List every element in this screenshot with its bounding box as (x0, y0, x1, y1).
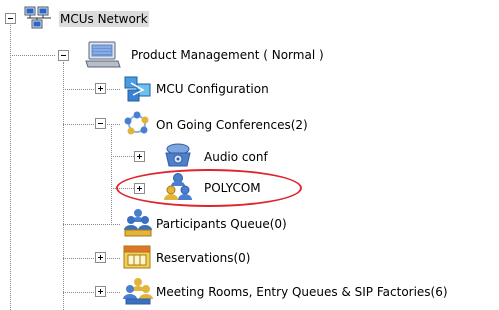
tree-item-meeting-rooms[interactable]: Meeting Rooms, Entry Queues & SIP Factor… (155, 284, 449, 300)
tree-line (10, 55, 55, 56)
tree-item-ongoing-conferences[interactable]: On Going Conferences(2) (155, 117, 309, 133)
tree-item-audio-conf[interactable]: Audio conf (203, 149, 269, 165)
highlight-ellipse (116, 169, 302, 207)
network-computers-icon (24, 6, 54, 35)
tree-line (111, 126, 112, 223)
participants-queue-icon (122, 208, 154, 241)
calendar-icon (122, 242, 152, 273)
meeting-rooms-icon (122, 276, 154, 309)
mcu-server-icon (85, 40, 121, 73)
expand-toggle[interactable] (95, 252, 106, 263)
tree-line (63, 62, 64, 310)
configuration-icon (123, 74, 153, 107)
conferences-icon (123, 110, 151, 141)
tree-item-mcus-network[interactable]: MCUs Network (59, 11, 149, 27)
tree-item-mcu-configuration[interactable]: MCU Configuration (155, 81, 270, 97)
expand-toggle[interactable] (95, 83, 106, 94)
expand-toggle[interactable] (134, 151, 145, 162)
tree-line (63, 89, 120, 90)
tree-item-reservations[interactable]: Reservations(0) (155, 250, 251, 266)
tree-item-product-management[interactable]: Product Management ( Normal ) (130, 47, 325, 63)
tree-line (63, 292, 120, 293)
expand-toggle[interactable] (95, 286, 106, 297)
tree-item-participants-queue[interactable]: Participants Queue(0) (155, 216, 288, 232)
collapse-toggle[interactable] (95, 118, 106, 129)
tree-line (63, 258, 120, 259)
tree-line (63, 124, 120, 125)
tree-line (63, 224, 120, 225)
collapse-toggle[interactable] (5, 13, 16, 24)
collapse-toggle[interactable] (58, 50, 69, 61)
tree-line (10, 25, 11, 310)
